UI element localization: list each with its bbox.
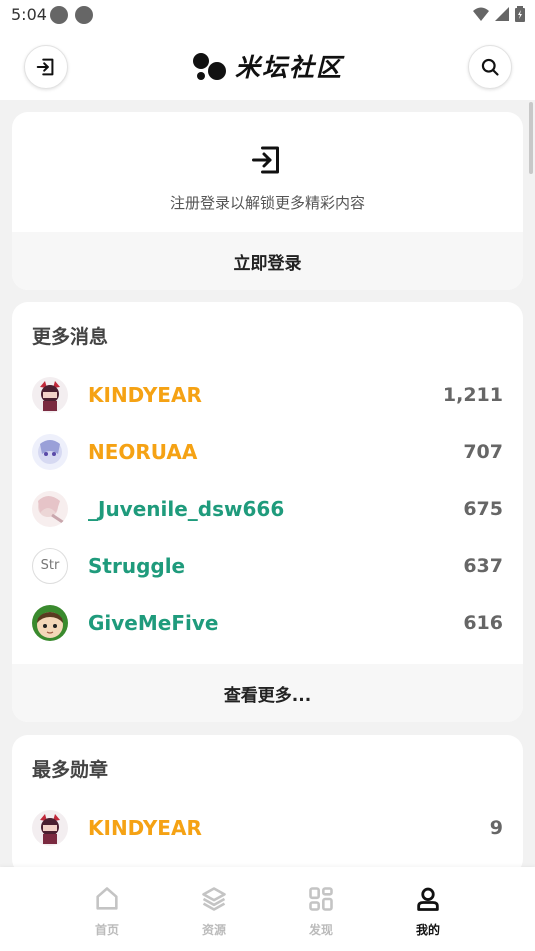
login-subtitle: 注册登录以解锁更多精彩内容 <box>169 194 365 212</box>
message-count: 637 <box>463 554 503 577</box>
list-item[interactable]: Str Struggle 637 <box>12 537 523 594</box>
login-card: 注册登录以解锁更多精彩内容 立即登录 <box>12 112 523 290</box>
medal-count: 9 <box>489 816 503 839</box>
card-title: 最多勋章 <box>32 759 109 781</box>
avatar[interactable] <box>32 433 68 470</box>
app-header: 米坛社区 <box>0 30 535 100</box>
username[interactable]: Struggle <box>88 554 185 578</box>
messages-ranking-list: KINDYEAR 1,211 NEORUAA 707 _Juvenile_dsw… <box>12 366 523 651</box>
messages-ranking-card: 更多消息 KINDYEAR 1,211 NEORUAA 707 _Juvenil… <box>12 302 523 722</box>
bottom-nav: 首页 资源 发现 我的 <box>0 867 535 951</box>
nav-label: 我的 <box>415 923 440 937</box>
home-icon <box>96 887 118 910</box>
username[interactable]: NEORUAA <box>88 440 197 464</box>
message-count: 616 <box>463 611 503 634</box>
status-bar: 5:04 <box>0 0 535 30</box>
list-item[interactable]: KINDYEAR 9 <box>12 799 523 856</box>
nav-label: 首页 <box>94 923 119 937</box>
avatar[interactable] <box>32 809 68 846</box>
wifi-icon <box>473 7 489 21</box>
medals-ranking-card: 最多勋章 KINDYEAR 9 <box>12 735 523 875</box>
app-title: 米坛社区 <box>235 53 344 82</box>
list-item[interactable]: NEORUAA 707 <box>12 423 523 480</box>
status-time: 5:04 <box>11 5 47 24</box>
search-icon <box>481 58 499 76</box>
nav-item-resources[interactable]: 资源 <box>184 885 244 938</box>
username[interactable]: _Juvenile_dsw666 <box>88 497 284 521</box>
message-count: 1,211 <box>442 383 503 406</box>
notification-dot-icon <box>75 6 93 24</box>
app-logo: 米坛社区 <box>193 48 343 84</box>
avatar[interactable] <box>32 490 68 527</box>
avatar[interactable]: Str <box>32 547 68 584</box>
medals-ranking-list: KINDYEAR 9 <box>12 799 523 856</box>
message-count: 675 <box>463 497 503 520</box>
nav-item-discover[interactable]: 发现 <box>291 885 351 938</box>
nav-item-me[interactable]: 我的 <box>398 885 458 938</box>
login-now-button[interactable]: 立即登录 <box>12 232 523 290</box>
nav-label: 发现 <box>308 923 333 937</box>
username[interactable]: KINDYEAR <box>88 816 202 840</box>
grid-icon <box>309 887 333 911</box>
scrollbar[interactable] <box>529 102 533 174</box>
signal-icon <box>495 7 509 21</box>
person-icon <box>417 887 439 911</box>
logo-dots-icon <box>193 53 226 80</box>
username[interactable]: GiveMeFive <box>88 611 218 635</box>
list-item[interactable]: GiveMeFive 616 <box>12 594 523 651</box>
card-title: 更多消息 <box>32 326 109 348</box>
avatar[interactable] <box>32 604 68 641</box>
list-item[interactable]: _Juvenile_dsw666 675 <box>12 480 523 537</box>
search-button[interactable] <box>468 45 512 89</box>
username[interactable]: KINDYEAR <box>88 383 202 407</box>
battery-icon <box>515 6 525 22</box>
layers-icon <box>202 887 226 911</box>
login-icon <box>36 58 54 76</box>
nav-label: 资源 <box>201 923 226 937</box>
notification-dot-icon <box>50 6 68 24</box>
list-item[interactable]: KINDYEAR 1,211 <box>12 366 523 423</box>
login-button-header[interactable] <box>24 45 68 89</box>
message-count: 707 <box>463 440 503 463</box>
view-more-button[interactable]: 查看更多... <box>12 664 523 722</box>
avatar[interactable] <box>32 376 68 413</box>
login-icon <box>252 146 279 174</box>
nav-item-home[interactable]: 首页 <box>77 885 137 938</box>
